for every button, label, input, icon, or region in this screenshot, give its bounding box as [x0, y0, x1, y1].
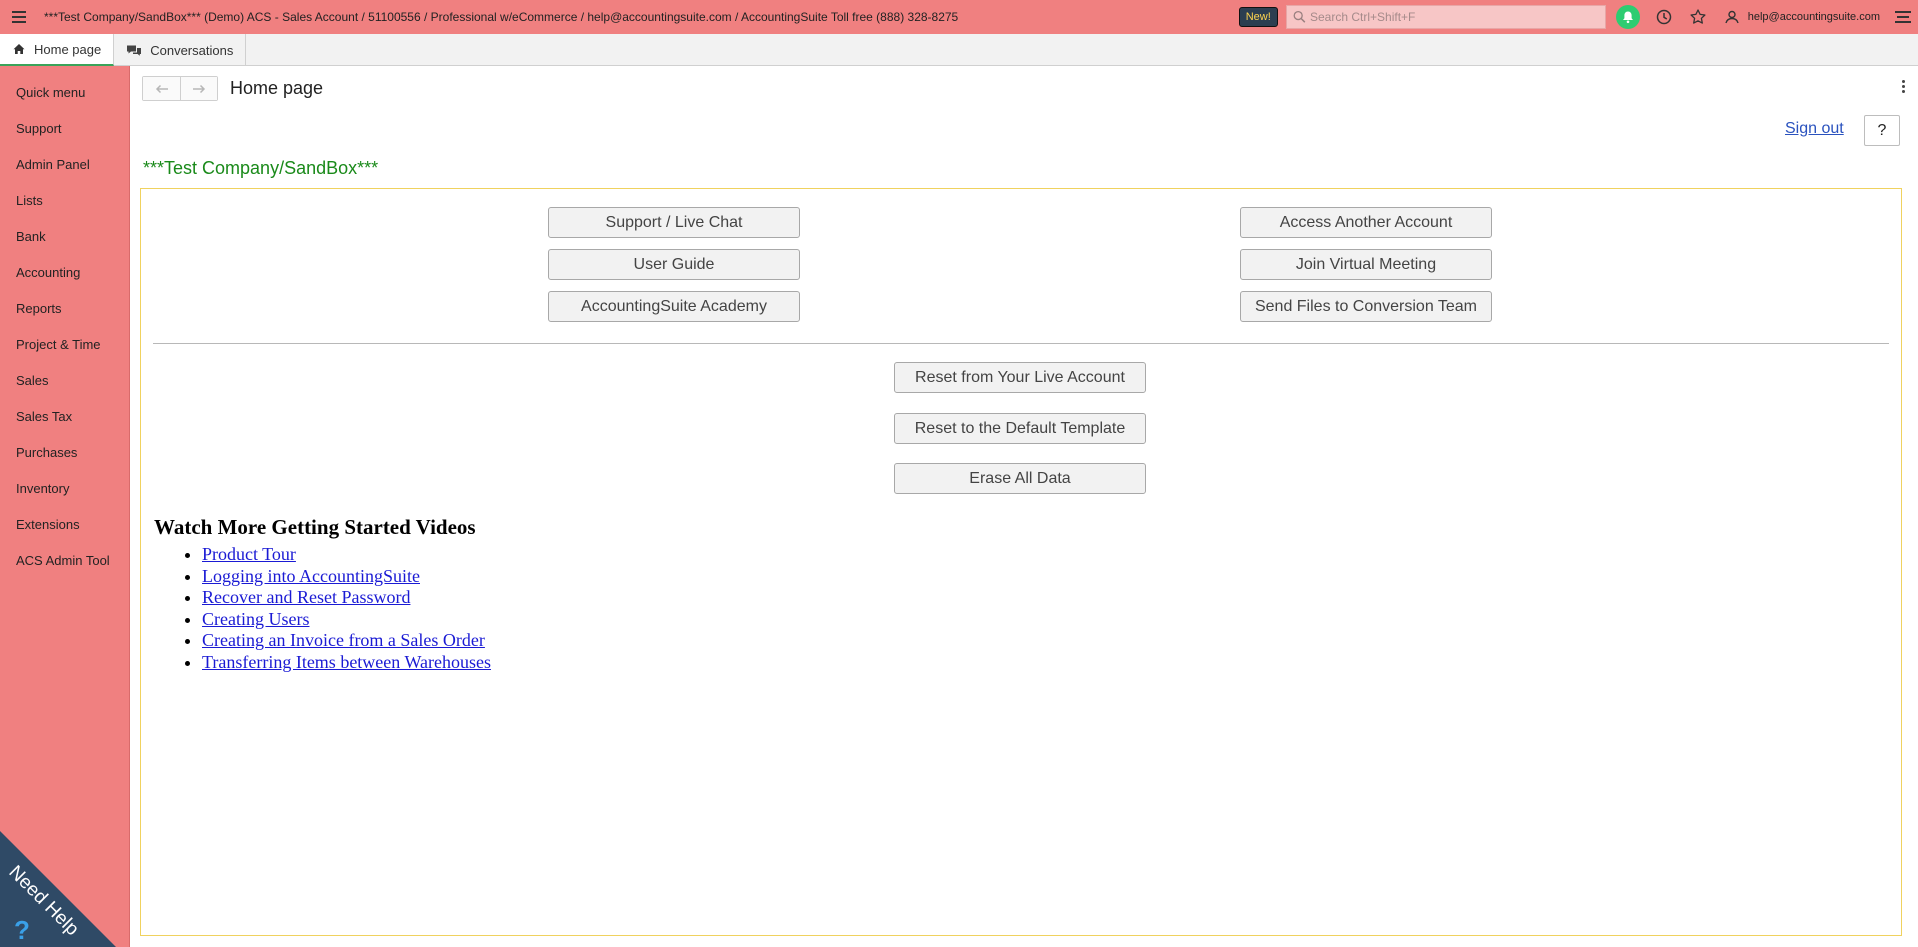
- sidebar-item-admin-panel[interactable]: Admin Panel: [0, 147, 129, 183]
- sidebar-item-lists[interactable]: Lists: [0, 183, 129, 219]
- send-files-button[interactable]: Send Files to Conversion Team: [1240, 291, 1492, 322]
- sidebar-item-quick-menu[interactable]: Quick menu: [0, 75, 129, 111]
- video-link-product-tour[interactable]: Product Tour: [202, 544, 296, 564]
- tab-label: Conversations: [150, 42, 234, 58]
- tab-home-page[interactable]: Home page: [0, 34, 115, 66]
- back-arrow-icon[interactable]: [143, 77, 180, 100]
- sign-out-link[interactable]: Sign out: [1785, 120, 1844, 138]
- history-icon[interactable]: [1654, 7, 1674, 27]
- sidebar-item-sales-tax[interactable]: Sales Tax: [0, 399, 129, 435]
- list-item: Logging into AccountingSuite: [202, 566, 491, 588]
- list-item: Transferring Items between Warehouses: [202, 652, 491, 674]
- search-icon: [1293, 10, 1306, 23]
- sidebar-item-project-time[interactable]: Project & Time: [0, 327, 129, 363]
- global-search[interactable]: [1285, 5, 1606, 29]
- sidebar: Quick menu Support Admin Panel Lists Ban…: [0, 66, 130, 947]
- video-link-invoice-from-order[interactable]: Creating an Invoice from a Sales Order: [202, 630, 485, 650]
- help-button[interactable]: ?: [1864, 115, 1900, 146]
- reset-default-template-button[interactable]: Reset to the Default Template: [894, 413, 1146, 444]
- videos-list: Product Tour Logging into AccountingSuit…: [202, 544, 491, 674]
- sidebar-item-inventory[interactable]: Inventory: [0, 471, 129, 507]
- notifications-bell-icon[interactable]: [1615, 5, 1640, 29]
- sidebar-item-purchases[interactable]: Purchases: [0, 435, 129, 471]
- video-link-creating-users[interactable]: Creating Users: [202, 609, 309, 629]
- tab-label: Home page: [34, 41, 102, 57]
- videos-section: Watch More Getting Started Videos Produc…: [154, 515, 491, 674]
- videos-heading: Watch More Getting Started Videos: [154, 515, 476, 539]
- join-virtual-meeting-button[interactable]: Join Virtual Meeting: [1240, 249, 1492, 280]
- chat-icon: [127, 45, 142, 56]
- forward-arrow-icon[interactable]: [180, 77, 217, 100]
- sidebar-item-reports[interactable]: Reports: [0, 291, 129, 327]
- academy-button[interactable]: AccountingSuite Academy: [548, 291, 800, 322]
- video-link-logging-in[interactable]: Logging into AccountingSuite: [202, 566, 420, 586]
- tab-bar: Home page Conversations: [0, 34, 1918, 66]
- search-input[interactable]: [1309, 10, 1605, 24]
- section-divider: [153, 343, 1889, 344]
- new-badge[interactable]: New!: [1238, 7, 1278, 27]
- title-bar: ***Test Company/SandBox*** (Demo) ACS - …: [0, 0, 1918, 34]
- support-live-chat-button[interactable]: Support / Live Chat: [548, 207, 800, 238]
- sidebar-item-sales[interactable]: Sales: [0, 363, 129, 399]
- page-title: Home page: [230, 78, 324, 98]
- sidebar-item-accounting[interactable]: Accounting: [0, 255, 129, 291]
- sidebar-item-support[interactable]: Support: [0, 111, 129, 147]
- history-nav: [142, 76, 218, 101]
- main-content: Home page Sign out ? ***Test Company/San…: [130, 66, 1918, 947]
- sidebar-item-bank[interactable]: Bank: [0, 219, 129, 255]
- user-email[interactable]: help@accountingsuite.com: [1748, 11, 1880, 23]
- main-menu-icon[interactable]: [0, 0, 38, 34]
- home-panel: Support / Live Chat User Guide Accountin…: [140, 188, 1902, 936]
- company-name: ***Test Company/SandBox***: [143, 158, 379, 178]
- video-link-transferring-items[interactable]: Transferring Items between Warehouses: [202, 652, 491, 672]
- tab-conversations[interactable]: Conversations: [114, 34, 247, 66]
- sidebar-item-acs-admin-tool[interactable]: ACS Admin Tool: [0, 543, 129, 579]
- reset-from-live-button[interactable]: Reset from Your Live Account: [894, 362, 1146, 393]
- video-link-recover-password[interactable]: Recover and Reset Password: [202, 587, 410, 607]
- more-options-icon[interactable]: [1900, 80, 1906, 93]
- sidebar-item-extensions[interactable]: Extensions: [0, 507, 129, 543]
- user-account-icon[interactable]: [1722, 7, 1742, 27]
- list-item: Creating Users: [202, 609, 491, 631]
- home-icon: [13, 44, 25, 54]
- erase-all-data-button[interactable]: Erase All Data: [894, 463, 1146, 494]
- app-title: ***Test Company/SandBox*** (Demo) ACS - …: [44, 10, 959, 24]
- access-another-account-button[interactable]: Access Another Account: [1240, 207, 1492, 238]
- favorites-star-icon[interactable]: [1688, 7, 1708, 27]
- list-item: Product Tour: [202, 544, 491, 566]
- help-question-icon: ?: [14, 915, 30, 945]
- settings-menu-icon[interactable]: [1888, 0, 1918, 34]
- user-guide-button[interactable]: User Guide: [548, 249, 800, 280]
- list-item: Recover and Reset Password: [202, 587, 491, 609]
- need-help-widget[interactable]: Need Help ?: [0, 831, 116, 947]
- list-item: Creating an Invoice from a Sales Order: [202, 630, 491, 652]
